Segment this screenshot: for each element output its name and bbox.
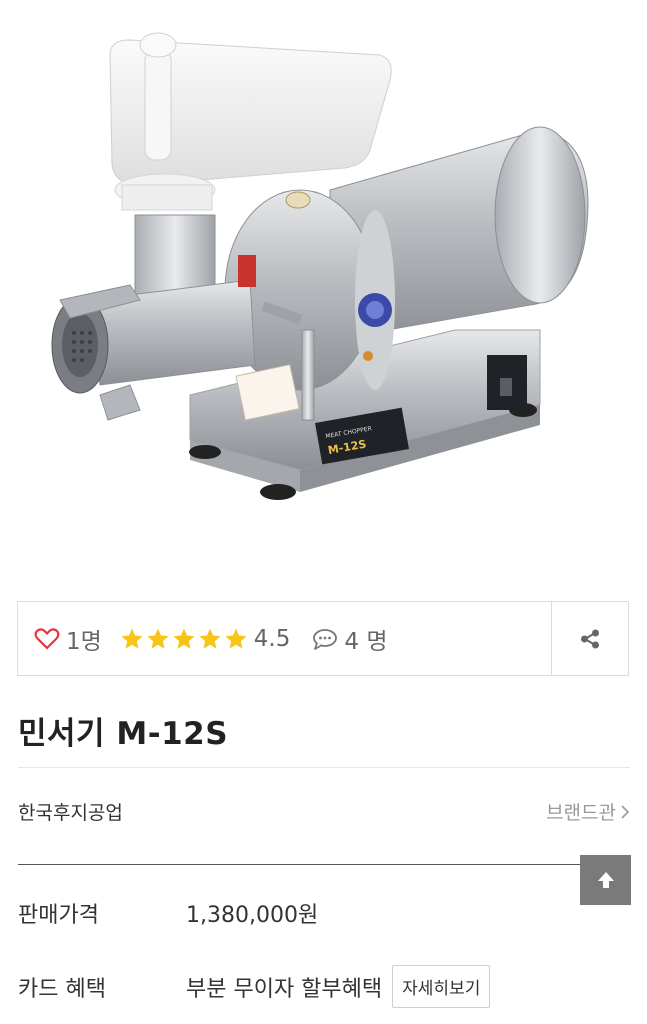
price-row: 판매가격 1,380,000원 [18,897,318,929]
like-count: 1명 [66,628,102,655]
brand-store-link[interactable]: 브랜드관 [546,798,630,825]
card-benefit-label: 카드 혜택 [18,976,106,1002]
meat-grinder-illustration: MEAT CHOPPER M-12S [51,32,589,500]
star-icon [173,628,195,649]
arrow-up-icon [597,872,614,888]
share-button[interactable] [551,602,628,675]
rating-value: 4.5 [253,625,291,652]
star-icon [147,628,169,649]
brand-name: 한국후지공업 [18,802,123,824]
divider [18,864,630,865]
brand-store-label: 브랜드관 [546,802,616,824]
divider [18,767,630,768]
scroll-top-button[interactable] [580,855,631,905]
price-label: 판매가격 [18,903,99,928]
share-icon [581,629,599,648]
rating-stars [120,627,248,651]
card-benefit-value: 부분 무이자 할부혜택 [186,976,383,1002]
stats-summary: 1명 4.5 4 명 [18,622,551,656]
stats-bar: 1명 4.5 4 명 [17,601,629,676]
star-icon [121,628,143,649]
brand-row: 한국후지공업 브랜드관 [18,798,630,825]
price-value: 1,380,000원 [186,903,319,928]
heart-icon[interactable] [34,627,60,651]
star-icon [225,628,247,649]
chevron-right-icon [621,804,630,819]
product-image: MEAT CHOPPER M-12S [0,0,647,585]
product-title: 민서기 M-12S [18,716,229,752]
card-benefit-detail-button[interactable]: 자세히보기 [392,965,491,1008]
comment-count: 4 명 [344,628,388,655]
star-icon [199,628,221,649]
comment-icon[interactable] [312,628,338,650]
card-benefit-row: 카드 혜택 부분 무이자 할부혜택 자세히보기 [18,965,491,1008]
